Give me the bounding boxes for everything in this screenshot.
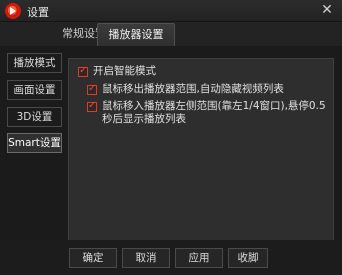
smart-mode-checkbox[interactable]	[78, 65, 88, 77]
smart-settings-panel: 开启智能模式 鼠标移出播放器范围,自动隐藏视频列表 鼠标移入播放器左侧范围(靠左…	[68, 58, 334, 246]
confirm-button[interactable]: 确定	[69, 248, 117, 268]
collapse-button[interactable]: 收脚	[228, 248, 268, 268]
window-title: 设置	[27, 6, 49, 19]
tab-player-settings[interactable]: 播放器设置	[97, 23, 175, 46]
auto-hide-list-label: 鼠标移出播放器范围,自动隐藏视频列表	[102, 83, 284, 95]
title-bar: 设置 ✕	[0, 0, 342, 22]
close-icon[interactable]: ✕	[320, 3, 334, 17]
sidebar-item-smart-settings[interactable]: Smart设置	[7, 133, 62, 153]
settings-body: 播放模式 画面设置 3D设置 Smart设置 开启智能模式 鼠标移出播放器范围,…	[0, 46, 342, 246]
sidebar-item-3d-settings[interactable]: 3D设置	[7, 107, 62, 127]
smart-mode-label: 开启智能模式	[93, 65, 156, 77]
cancel-button[interactable]: 取消	[122, 248, 170, 268]
dialog-footer: 确定 取消 应用 收脚	[0, 240, 342, 275]
hover-show-list-label: 鼠标移入播放器左侧范围(靠左1/4窗口),悬停0.5秒后显示播放列表	[102, 100, 326, 125]
hover-show-list-checkbox[interactable]	[87, 100, 97, 112]
app-logo-icon	[5, 3, 21, 19]
sidebar-item-play-mode[interactable]: 播放模式	[7, 53, 62, 73]
tab-bar: 常规设置 播放器设置	[0, 22, 342, 46]
auto-hide-list-checkbox[interactable]	[87, 83, 97, 95]
apply-button[interactable]: 应用	[175, 248, 223, 268]
sidebar-item-picture-settings[interactable]: 画面设置	[7, 80, 62, 100]
